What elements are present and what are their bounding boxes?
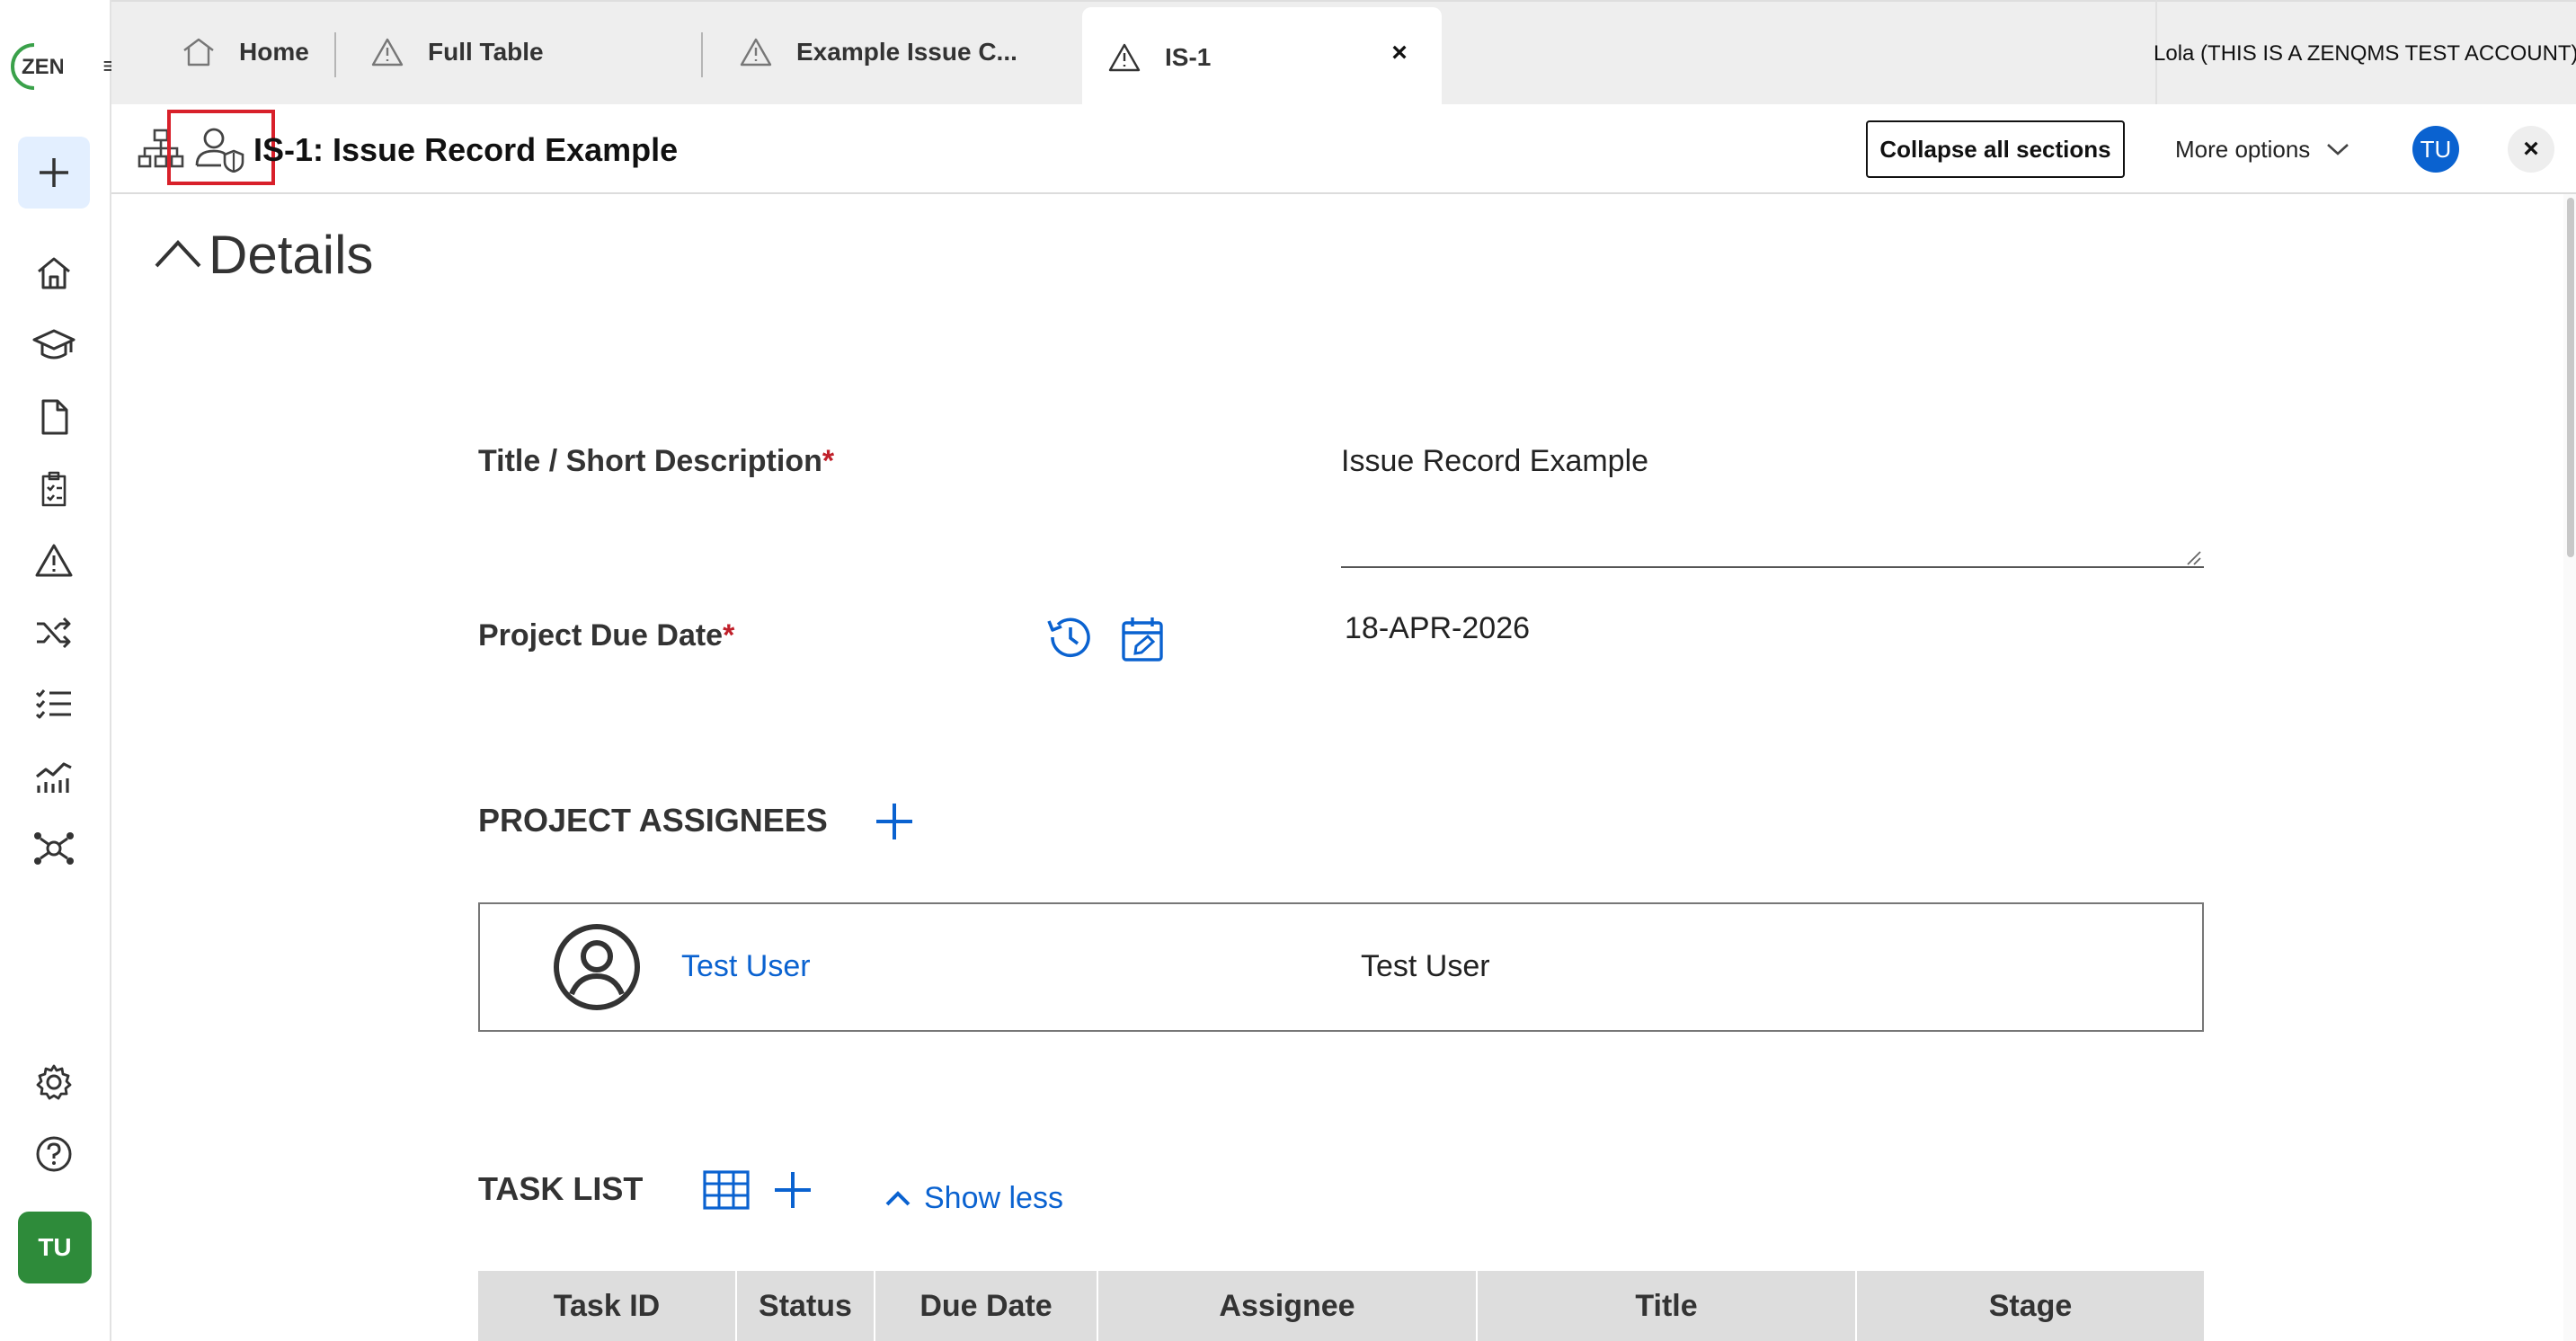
user-circle-icon: [552, 922, 642, 1017]
required-mark: *: [723, 618, 735, 653]
assignee-name: Test User: [1361, 949, 1490, 983]
title-label-text: Title / Short Description: [478, 444, 822, 478]
task-list-heading: TASK LIST: [478, 1170, 644, 1207]
chevron-up-icon[interactable]: [153, 235, 203, 271]
assignee-link[interactable]: Test User: [681, 946, 811, 987]
more-options-button[interactable]: More options: [2175, 128, 2349, 171]
tab-full-table[interactable]: Full Table: [370, 0, 544, 104]
table-view-icon[interactable]: [701, 1165, 751, 1215]
warning-icon: [740, 38, 772, 67]
network-icon: [34, 832, 74, 865]
tab-is-1-content[interactable]: IS-1: [1107, 5, 1211, 110]
warning-icon: [35, 544, 73, 577]
show-less-link[interactable]: Show less: [884, 1177, 1063, 1219]
column-header-status[interactable]: Status: [737, 1271, 875, 1341]
home-icon: [38, 257, 70, 289]
title-field-label: Title / Short Description*: [478, 444, 834, 479]
title-input[interactable]: [1341, 421, 2204, 568]
clipboard-icon: [41, 471, 67, 507]
zen-logo[interactable]: ZEN: [7, 40, 65, 93]
assignees-heading: PROJECT ASSIGNEES: [478, 802, 828, 839]
sidebar-item-reports[interactable]: [25, 748, 83, 805]
column-header-stage[interactable]: Stage: [1857, 1271, 2204, 1341]
scrollbar-thumb[interactable]: [2567, 198, 2574, 557]
tab-divider: [334, 32, 336, 77]
sidebar-item-training[interactable]: [25, 316, 83, 374]
create-new-button[interactable]: [18, 137, 90, 209]
warning-icon: [1108, 43, 1141, 72]
svg-text:ZEN: ZEN: [22, 55, 63, 79]
warning-icon: [371, 38, 404, 67]
tab-home[interactable]: Home: [182, 0, 309, 104]
collapse-all-button[interactable]: Collapse all sections: [1866, 120, 2125, 178]
due-date-field-label: Project Due Date*: [478, 618, 734, 653]
resize-handle-icon[interactable]: [2186, 550, 2202, 566]
due-date-value[interactable]: 18-APR-2026: [1345, 611, 1530, 646]
graduation-cap-icon: [32, 329, 76, 360]
sidebar-item-issues[interactable]: [25, 532, 83, 590]
tab-divider: [701, 32, 703, 77]
sidebar-item-settings[interactable]: [25, 1053, 83, 1111]
section-title-details: Details: [209, 225, 374, 285]
user-avatar[interactable]: TU: [18, 1212, 92, 1283]
add-task-button[interactable]: [769, 1165, 816, 1215]
column-header-assignee[interactable]: Assignee: [1098, 1271, 1478, 1341]
due-label-text: Project Due Date: [478, 618, 724, 653]
close-record-button[interactable]: ×: [2508, 126, 2554, 173]
chart-icon: [36, 762, 72, 793]
sidebar-item-checklists[interactable]: [25, 460, 83, 518]
tab-label: Full Table: [428, 38, 544, 66]
task-table-header: Task ID Status Due Date Assignee Title S…: [478, 1271, 2204, 1341]
plus-icon: [40, 158, 68, 187]
close-tab-button[interactable]: ×: [1384, 38, 1415, 68]
tab-label: IS-1: [1165, 43, 1212, 71]
tab-label: Example Issue C...: [796, 38, 1017, 66]
history-icon[interactable]: [1043, 611, 1095, 663]
gear-icon: [36, 1064, 72, 1100]
shuffle-icon: [37, 617, 71, 649]
chevron-down-icon: [2327, 144, 2349, 155]
column-header-due-date[interactable]: Due Date: [875, 1271, 1098, 1341]
show-less-label: Show less: [924, 1181, 1063, 1215]
page-title: IS-1: Issue Record Example: [253, 131, 679, 168]
account-label[interactable]: Lola (THIS IS A ZENQMS TEST ACCOUNT): [2154, 36, 2576, 72]
calendar-edit-icon[interactable]: [1116, 613, 1168, 665]
sidebar-item-documents[interactable]: [25, 388, 83, 446]
add-assignee-button[interactable]: [872, 796, 917, 847]
sidebar-item-home[interactable]: [25, 244, 83, 302]
sidebar-item-changes[interactable]: [25, 604, 83, 662]
plus-icon: [775, 1172, 811, 1208]
tab-label: Home: [239, 38, 309, 66]
checklist-icon: [35, 689, 71, 719]
sidebar-item-network[interactable]: [25, 820, 83, 877]
sidebar-item-help[interactable]: [25, 1125, 83, 1183]
left-sidebar: ZEN ≡ TU: [0, 0, 117, 1341]
header-avatar[interactable]: TU: [2412, 126, 2459, 173]
plus-icon: [876, 804, 912, 839]
sidebar-item-lists[interactable]: [25, 676, 83, 733]
help-icon: [36, 1136, 72, 1172]
home-icon: [183, 38, 214, 67]
column-header-title[interactable]: Title: [1478, 1271, 1857, 1341]
title-value: Issue Record Example: [1341, 444, 1649, 478]
required-mark: *: [822, 444, 835, 478]
column-header-task-id[interactable]: Task ID: [478, 1271, 737, 1341]
tab-example-issue[interactable]: Example Issue C...: [739, 0, 1017, 104]
document-icon: [41, 399, 68, 435]
chevron-up-icon: [885, 1191, 910, 1206]
more-options-label: More options: [2175, 136, 2311, 163]
